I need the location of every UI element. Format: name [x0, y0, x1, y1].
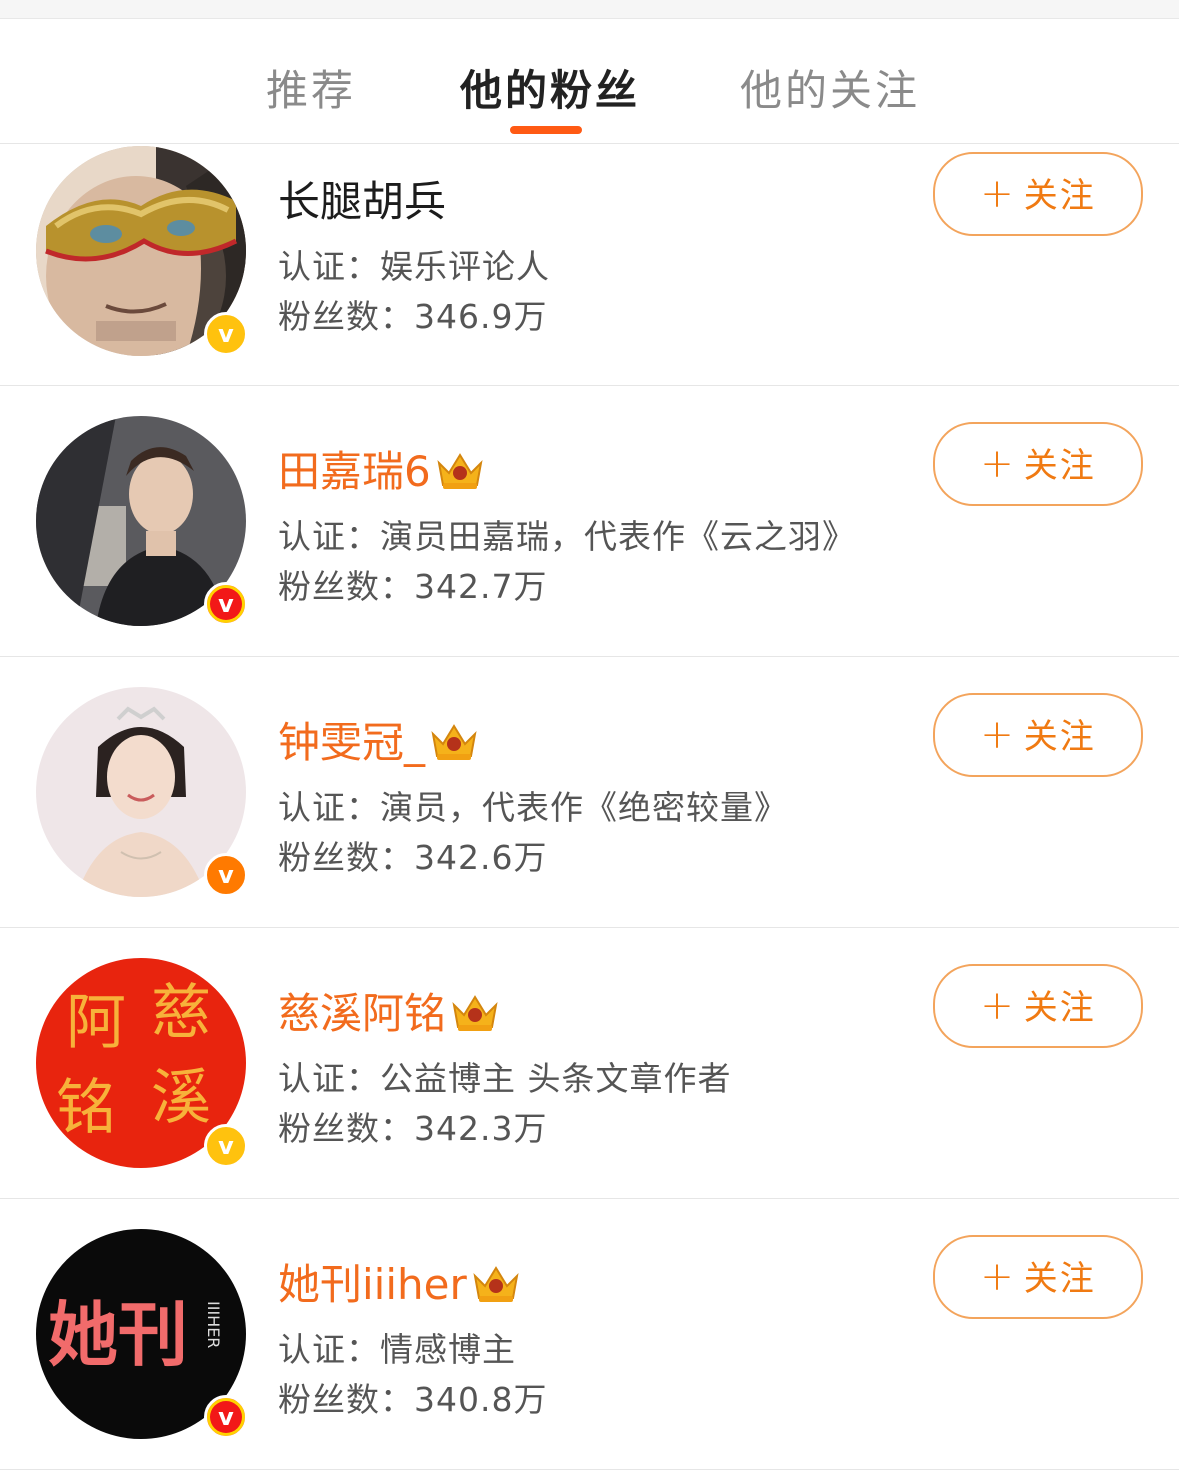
user-name[interactable]: 慈溪阿铭 [278, 980, 502, 1041]
avatar-char: 阿 [66, 988, 126, 1058]
avatar-char: 慈 [151, 978, 211, 1048]
list-item[interactable]: 她刊 IIIHER v 她刊iiiher 认证：情感博主 粉丝数：340.8万 … [0, 1199, 1179, 1470]
avatar-logo-text: 她刊 [48, 1294, 188, 1376]
certification-text: 认证：演员田嘉瑞，代表作《云之羽》 [278, 517, 856, 556]
tab-his-following[interactable]: 他的关注 [740, 57, 920, 118]
verified-v-icon: v [204, 1395, 248, 1439]
fans-list: v 长腿胡兵 认证：娱乐评论人 粉丝数：346.9万 + 关注 v 田嘉瑞6 认证… [0, 144, 1179, 1470]
follow-button[interactable]: + 关注 [933, 422, 1143, 506]
crown-icon [452, 994, 498, 1031]
plus-icon: + [980, 1254, 1016, 1300]
plus-icon: + [980, 712, 1016, 758]
certification-text: 认证：公益博主 头条文章作者 [278, 1059, 732, 1098]
user-name[interactable]: 她刊iiiher [278, 1251, 523, 1312]
verified-v-icon: v [204, 1124, 248, 1168]
verified-v-icon: v [204, 312, 248, 356]
verified-v-icon: v [204, 853, 248, 897]
user-name[interactable]: 钟雯冠_ [278, 709, 481, 770]
follow-button[interactable]: + 关注 [933, 693, 1143, 777]
list-item[interactable]: v 田嘉瑞6 认证：演员田嘉瑞，代表作《云之羽》 粉丝数：342.7万 + 关注 [0, 386, 1179, 657]
certification-text: 认证：情感博主 [278, 1330, 516, 1369]
top-gap [0, 0, 1179, 19]
tab-his-fans[interactable]: 他的粉丝 [460, 57, 640, 118]
fans-count: 粉丝数：340.8万 [278, 1380, 548, 1419]
plus-icon: + [980, 171, 1016, 217]
fans-count: 粉丝数：346.9万 [278, 297, 548, 336]
crown-icon [431, 723, 477, 760]
avatar-char: 溪 [151, 1063, 211, 1133]
fans-count: 粉丝数：342.3万 [278, 1109, 548, 1148]
avatar-char: 铭 [56, 1073, 116, 1143]
fans-count: 粉丝数：342.6万 [278, 838, 548, 877]
plus-icon: + [980, 983, 1016, 1029]
crown-icon [437, 452, 483, 489]
follow-button[interactable]: + 关注 [933, 152, 1143, 236]
certification-text: 认证：娱乐评论人 [278, 247, 550, 286]
active-tab-indicator [510, 126, 582, 134]
avatar-logo-subtext: IIIHER [204, 1301, 223, 1348]
follow-button[interactable]: + 关注 [933, 964, 1143, 1048]
user-name[interactable]: 长腿胡兵 [278, 168, 446, 229]
list-item[interactable]: v 长腿胡兵 认证：娱乐评论人 粉丝数：346.9万 + 关注 [0, 144, 1179, 386]
tab-bar: 推荐 他的粉丝 他的关注 [0, 19, 1179, 144]
follow-button[interactable]: + 关注 [933, 1235, 1143, 1319]
user-name[interactable]: 田嘉瑞6 [278, 438, 487, 499]
fans-count: 粉丝数：342.7万 [278, 567, 548, 606]
tab-recommend[interactable]: 推荐 [266, 57, 356, 118]
certification-text: 认证：演员，代表作《绝密较量》 [278, 788, 788, 827]
plus-icon: + [980, 441, 1016, 487]
crown-icon [473, 1265, 519, 1302]
verified-v-icon: v [204, 582, 248, 626]
list-item[interactable]: v 钟雯冠_ 认证：演员，代表作《绝密较量》 粉丝数：342.6万 + 关注 [0, 657, 1179, 928]
list-item[interactable]: 阿 慈 铭 溪 v 慈溪阿铭 认证：公益博主 头条文章作者 粉丝数：342.3万… [0, 928, 1179, 1199]
